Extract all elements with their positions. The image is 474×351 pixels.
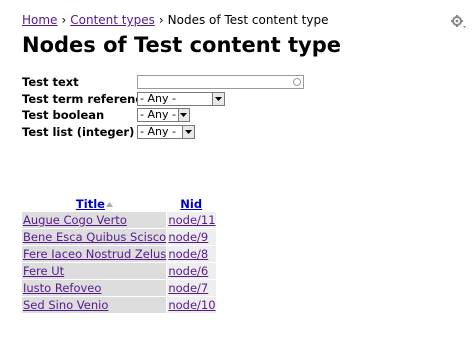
column-header-title-label: Title — [75, 197, 105, 211]
node-nid-link[interactable]: node/6 — [168, 264, 208, 278]
cell-title: Sed Sino Venio — [22, 296, 167, 314]
filter-row-test-text: Test text — [22, 74, 304, 90]
node-title-link[interactable]: Fere Ut — [23, 264, 64, 278]
column-header-title: Title — [22, 196, 167, 212]
chevron-down-icon[interactable] — [177, 109, 189, 121]
cell-nid: node/7 — [166, 279, 216, 297]
cell-title: Fere Ut — [22, 262, 167, 280]
breadcrumb-separator: › — [158, 13, 164, 27]
boolean-selected: - Any - — [140, 108, 176, 121]
test-text-input[interactable] — [137, 75, 304, 89]
term-reference-select[interactable]: - Any - — [137, 91, 225, 106]
filter-label-list-integer: Test list (integer) — [22, 124, 135, 139]
table-header-row: Title Nid — [22, 196, 216, 212]
results-table: Title Nid Augue Cogo Verto node/11 Bene … — [22, 196, 216, 314]
cell-nid: node/9 — [166, 228, 216, 246]
node-title-link[interactable]: Fere Iaceo Nostrud Zelus — [23, 247, 166, 261]
table-row: Sed Sino Venio node/10 — [22, 296, 216, 314]
breadcrumb-separator: › — [61, 13, 67, 27]
cell-title: Iusto Refoveo — [22, 279, 167, 297]
node-nid-link[interactable]: node/11 — [168, 213, 215, 227]
term-reference-selected: - Any - — [140, 91, 176, 105]
filter-label-term-reference: Test term reference — [22, 91, 150, 106]
sort-ascending-icon — [105, 202, 113, 207]
node-title-link[interactable]: Iusto Refoveo — [23, 281, 101, 295]
cell-title: Augue Cogo Verto — [22, 212, 167, 229]
list-integer-select[interactable]: - Any - — [137, 124, 195, 139]
column-header-nid: Nid — [166, 196, 216, 212]
chevron-down-icon[interactable] — [182, 125, 194, 138]
breadcrumb: Home › Content types › Nodes of Test content… — [22, 13, 328, 27]
sort-title-link[interactable]: Title — [76, 197, 105, 211]
filter-row-list-integer: Test list (integer) - Any - — [22, 124, 304, 140]
boolean-select[interactable]: - Any - — [137, 108, 190, 122]
breadcrumb-content-types-link[interactable]: Content types — [70, 13, 155, 27]
node-nid-link[interactable]: node/10 — [168, 298, 215, 312]
filter-row-term-reference: Test term reference - Any - — [22, 91, 304, 107]
node-title-link[interactable]: Augue Cogo Verto — [23, 213, 127, 227]
node-nid-link[interactable]: node/7 — [168, 281, 208, 295]
breadcrumb-home-link[interactable]: Home — [22, 13, 57, 27]
node-nid-link[interactable]: node/8 — [168, 247, 208, 261]
chevron-down-icon[interactable] — [212, 92, 224, 105]
table-row: Fere Iaceo Nostrud Zelus node/8 — [22, 245, 216, 263]
list-integer-selected: - Any - — [140, 124, 176, 138]
page-title: Nodes of Test content type — [22, 33, 341, 57]
filter-row-boolean: Test boolean - Any - — [22, 107, 304, 123]
cell-nid: node/10 — [166, 296, 216, 314]
filter-label-test-text: Test text — [22, 75, 79, 89]
exposed-filters: Test text Test term reference - Any - Te… — [22, 74, 304, 140]
cell-title: Bene Esca Quibus Scisco — [22, 228, 167, 246]
table-row: Augue Cogo Verto node/11 — [22, 212, 216, 229]
table-row: Bene Esca Quibus Scisco node/9 — [22, 228, 216, 246]
node-title-link[interactable]: Sed Sino Venio — [23, 298, 108, 312]
node-nid-link[interactable]: node/9 — [168, 230, 208, 244]
node-title-link[interactable]: Bene Esca Quibus Scisco — [23, 230, 166, 244]
autocomplete-icon — [293, 78, 301, 86]
sort-nid-link[interactable]: Nid — [180, 197, 202, 211]
table-row: Iusto Refoveo node/7 — [22, 279, 216, 297]
cell-title: Fere Iaceo Nostrud Zelus — [22, 245, 167, 263]
table-row: Fere Ut node/6 — [22, 262, 216, 280]
cell-nid: node/6 — [166, 262, 216, 280]
cell-nid: node/8 — [166, 245, 216, 263]
breadcrumb-current: Nodes of Test content type — [167, 13, 329, 27]
filter-label-boolean: Test boolean — [22, 108, 105, 122]
cell-nid: node/11 — [166, 212, 216, 229]
gear-icon[interactable] — [451, 14, 467, 28]
